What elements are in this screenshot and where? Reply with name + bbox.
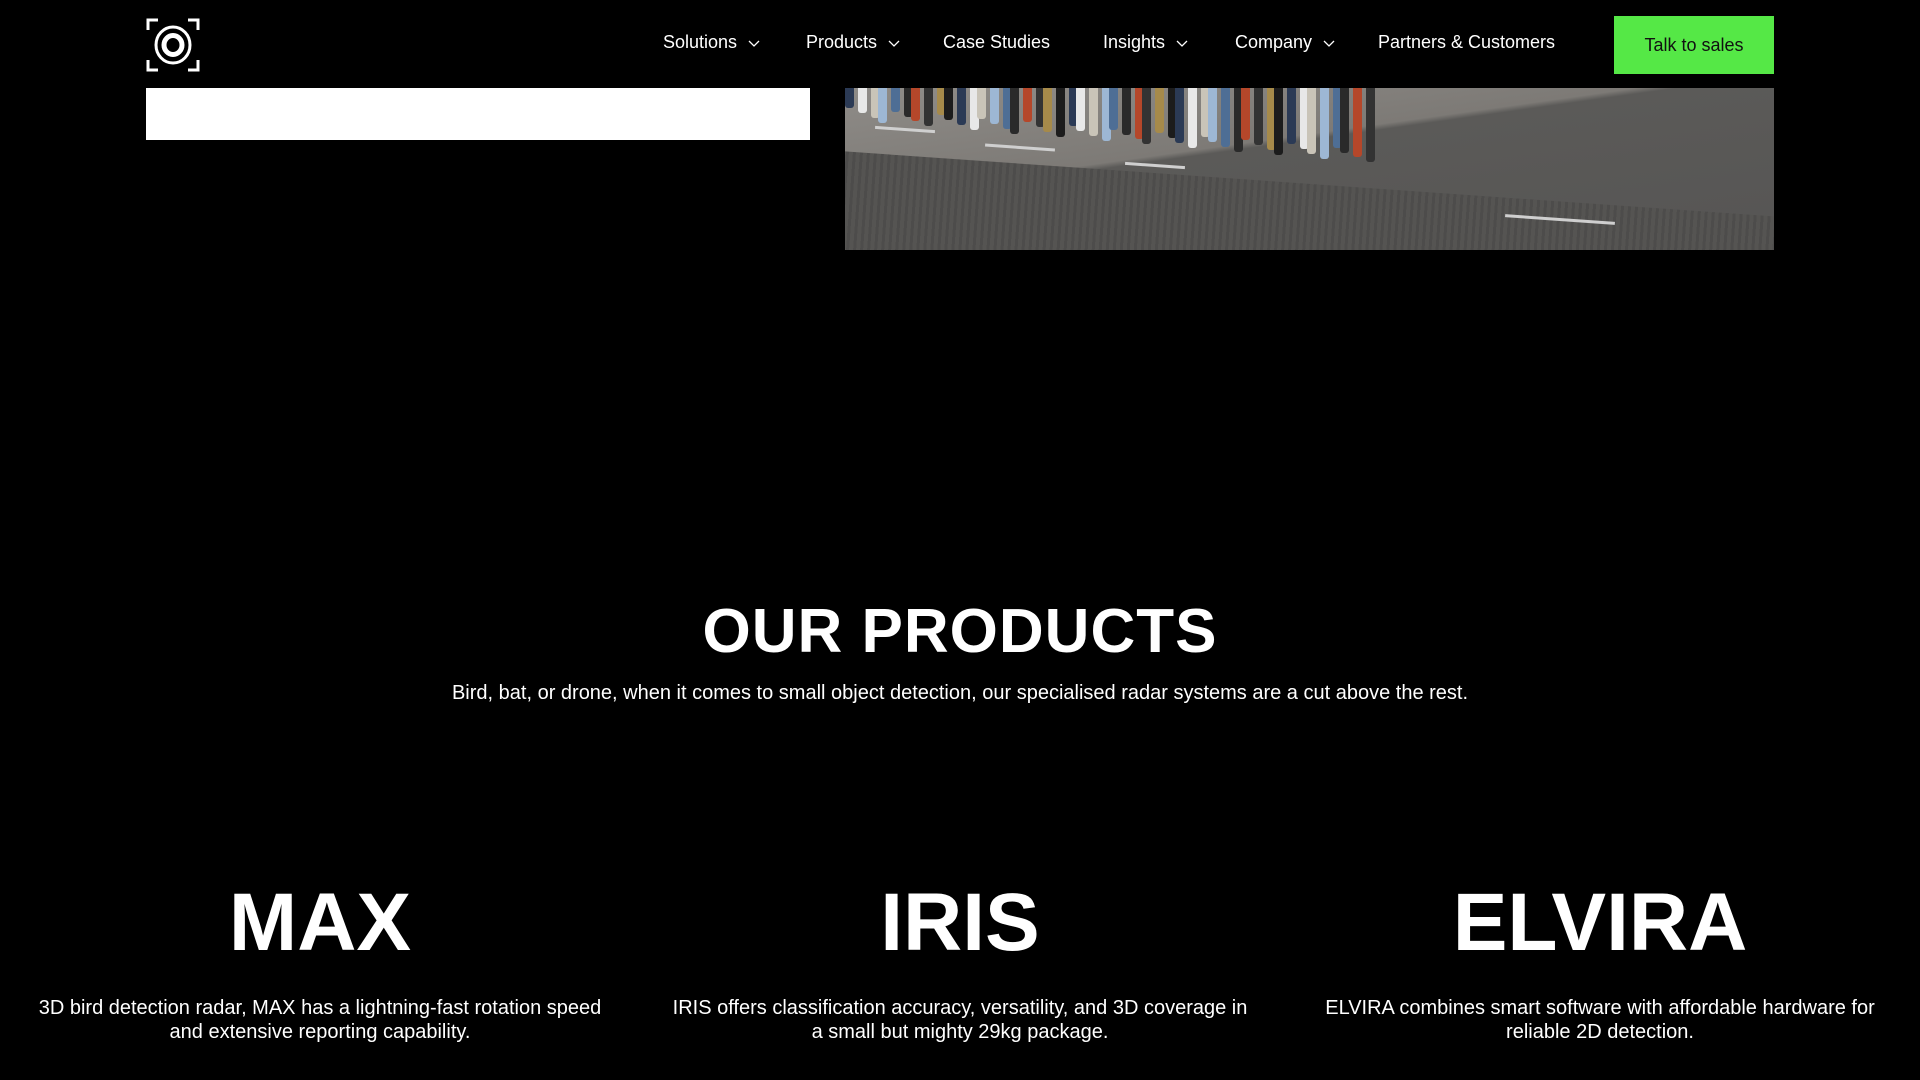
leg-shape [1353,88,1362,158]
talk-to-sales-button[interactable]: Talk to sales [1614,16,1774,74]
leg-shape [1340,88,1349,153]
leg-shape [957,88,966,125]
section-title: OUR PRODUCTS [702,597,1218,666]
leg-shape [1287,88,1296,144]
leg-shape [911,88,920,122]
leg-shape [1254,88,1263,146]
product-name: IRIS [880,877,1040,968]
logo-icon[interactable] [146,18,200,72]
product-name: MAX [228,877,412,968]
product-name: ELVIRA [1452,877,1748,968]
nav-solutions[interactable]: Solutions [663,32,761,53]
nav-products[interactable]: Products [806,32,901,53]
leg-shape [878,88,887,123]
leg-shape [924,88,933,127]
leg-shape [1122,88,1131,135]
leg-shape [1089,88,1098,136]
leg-shape [1241,88,1250,141]
chevron-down-icon [1176,40,1188,47]
leg-shape [1023,88,1032,123]
nav-partners-customers[interactable]: Partners & Customers [1378,32,1555,53]
section-subtitle: Bird, bat, or drone, when it comes to sm… [451,682,1469,704]
leg-shape [1208,88,1217,142]
leg-shape [1109,88,1118,130]
leg-shape [858,88,867,113]
hero-white-panel [146,88,810,140]
leg-shape [1188,88,1197,148]
leg-shape [1307,88,1316,154]
chevron-down-icon [748,40,760,47]
leg-shape [1221,88,1230,147]
leg-shape [1010,88,1019,134]
nav-insights[interactable]: Insights [1103,32,1189,53]
leg-shape [1142,88,1151,145]
leg-shape [1320,88,1329,159]
product-card-elvira[interactable]: ELVIRA ELVIRA combines smart software wi… [1280,878,1920,1044]
hero-photo-crowd-on-sidewalk [845,88,1774,250]
product-description: 3D bird detection radar, MAX has a light… [38,997,602,1043]
leg-shape [1155,88,1164,134]
nav-label: Insights [1103,32,1166,52]
navbar: Solutions Products Case Studies Insights… [0,0,1920,88]
leg-shape [1175,88,1184,143]
product-card-max[interactable]: MAX 3D bird detection radar, MAX has a l… [0,878,640,1044]
leg-shape [977,88,986,119]
product-description: IRIS offers classification accuracy, ver… [672,997,1248,1043]
leg-shape [990,88,999,124]
nav-label: Products [806,32,878,52]
leg-shape [1274,88,1283,156]
nav-case-studies[interactable]: Case Studies [943,32,1050,53]
nav-label: Company [1235,32,1313,52]
leg-shape [891,88,900,112]
nav-company[interactable]: Company [1235,32,1336,53]
chevron-down-icon [888,40,900,47]
leg-shape [1056,88,1065,138]
nav-label: Solutions [663,32,738,52]
leg-shape [1076,88,1085,131]
leg-shape [1366,88,1375,163]
nav-label: Partners & Customers [1378,32,1556,52]
leg-shape [845,88,854,108]
leg-shape [944,88,953,121]
chevron-down-icon [1323,40,1335,47]
nav-label: Case Studies [943,32,1051,52]
leg-shape [1043,88,1052,133]
product-description: ELVIRA combines smart software with affo… [1325,997,1875,1043]
product-card-iris[interactable]: IRIS IRIS offers classification accuracy… [640,878,1280,1044]
